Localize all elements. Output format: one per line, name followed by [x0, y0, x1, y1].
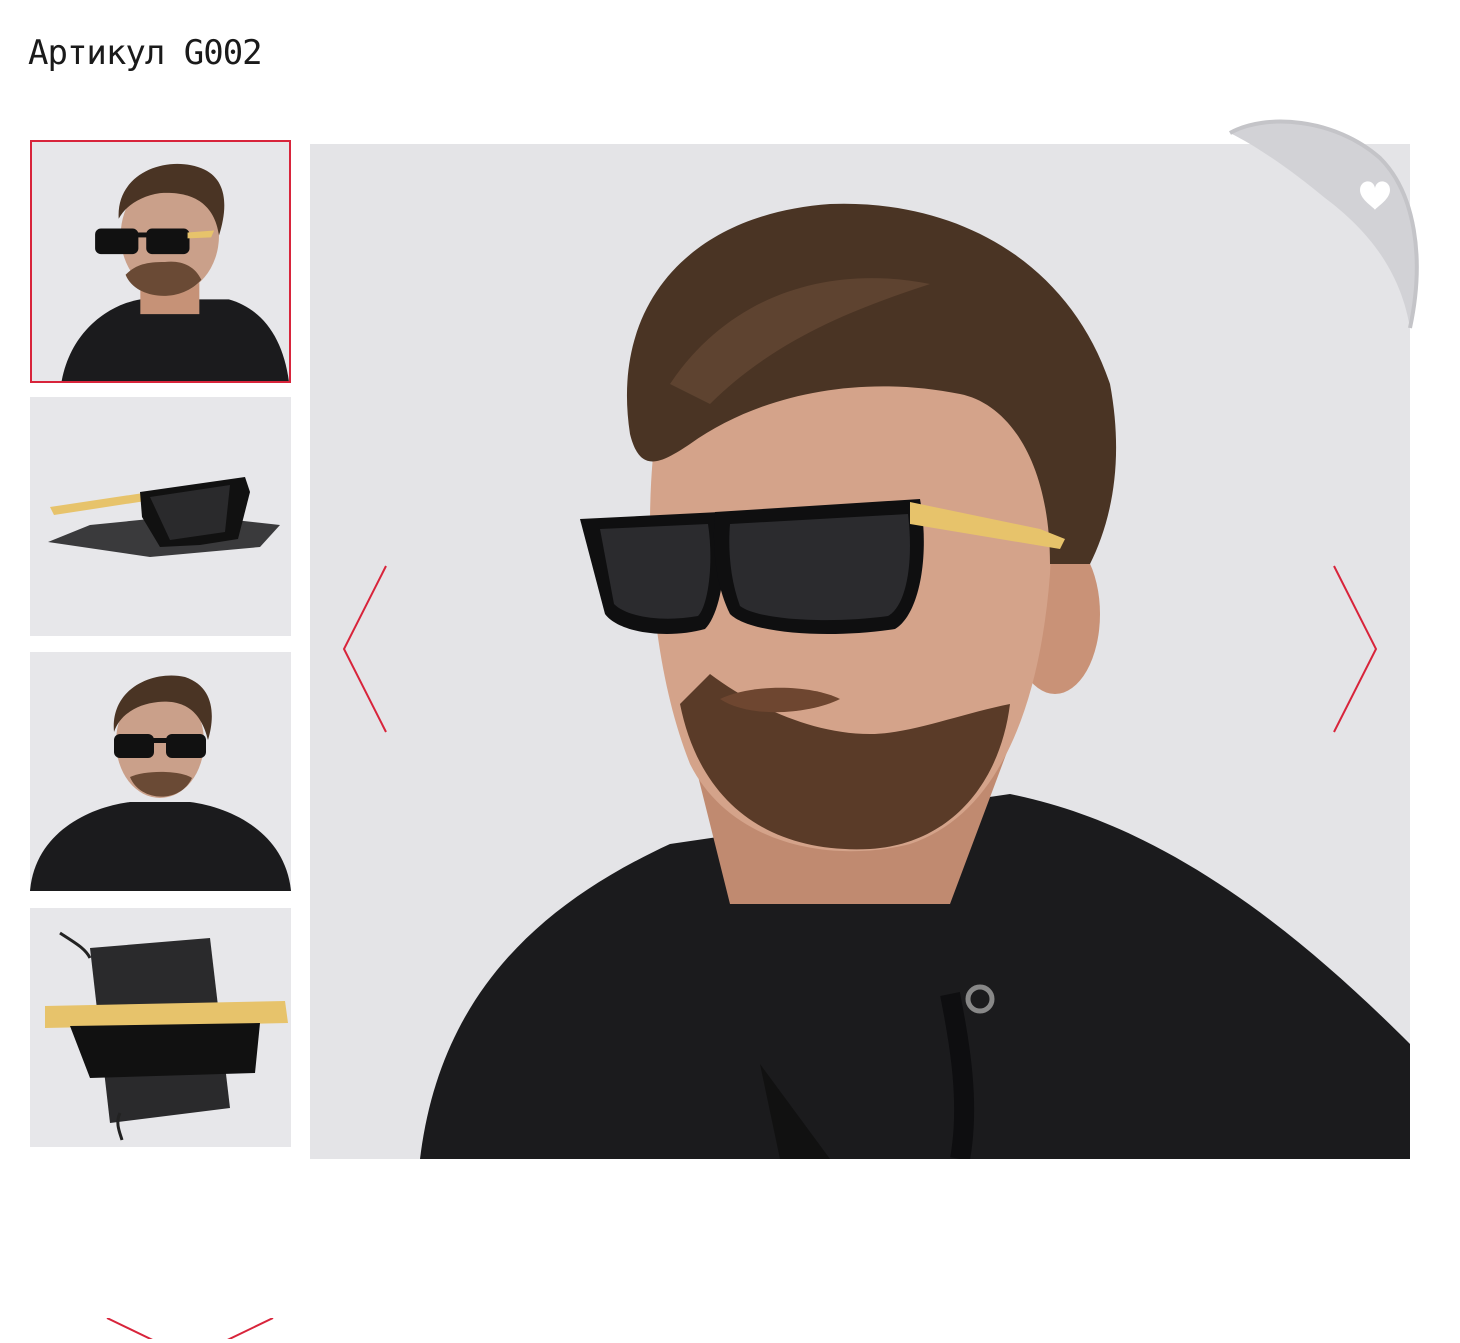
chevron-down-icon [106, 1317, 274, 1343]
heart-icon [1229, 119, 1419, 329]
thumbnail-4[interactable] [30, 908, 291, 1147]
favorite-button[interactable] [1225, 118, 1425, 333]
thumbnail-1[interactable] [30, 140, 291, 383]
thumbnail-image [32, 142, 289, 381]
thumbnails-scroll-down[interactable] [105, 1317, 275, 1343]
prev-image-button[interactable] [334, 564, 394, 734]
thumbnail-3[interactable] [30, 652, 291, 891]
thumbnail-2[interactable] [30, 397, 291, 636]
chevron-left-icon [342, 565, 387, 733]
thumbnail-image [30, 908, 291, 1147]
product-sku: Артикул G002 [28, 33, 263, 73]
next-image-button[interactable] [1326, 564, 1386, 734]
thumbnail-image [30, 397, 291, 636]
chevron-right-icon [1333, 565, 1378, 733]
thumbnail-image [30, 652, 291, 891]
